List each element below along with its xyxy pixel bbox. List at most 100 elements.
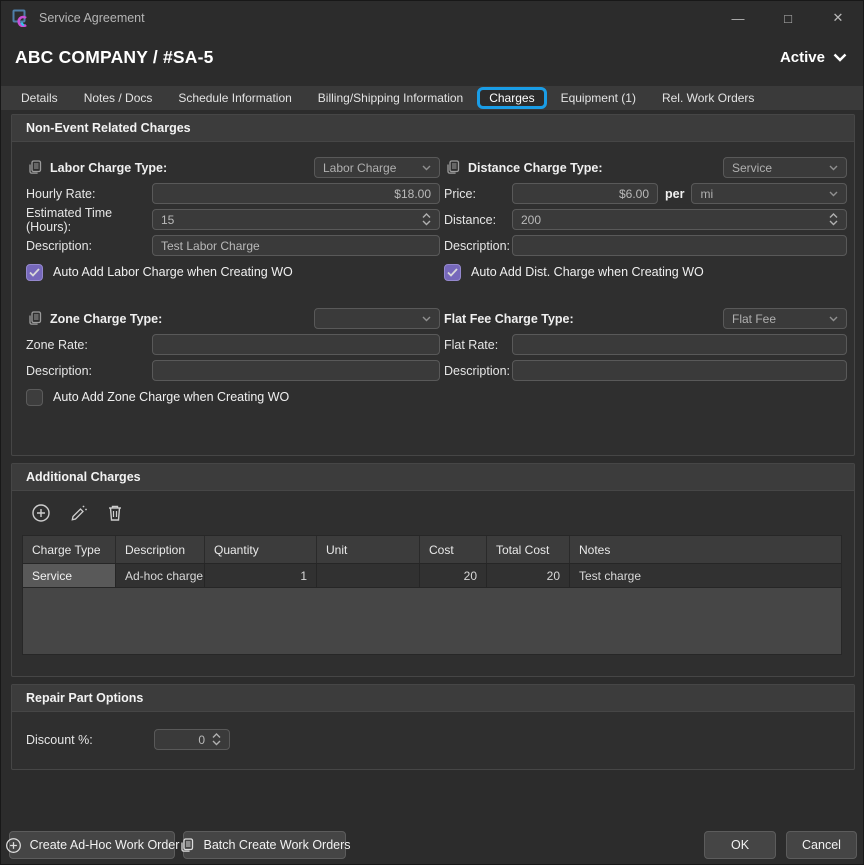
- section-title: Repair Part Options: [12, 685, 854, 712]
- hourly-rate-label: Hourly Rate:: [26, 187, 152, 201]
- chevron-down-icon: [833, 53, 847, 62]
- cell-unit[interactable]: [317, 564, 420, 587]
- maximize-button[interactable]: □: [763, 1, 813, 35]
- minimize-button[interactable]: —: [713, 1, 763, 35]
- distance-description-label: Description:: [444, 239, 512, 253]
- document-stack-icon: [26, 310, 43, 327]
- additional-charges-table: Charge Type Description Quantity Unit Co…: [22, 535, 842, 655]
- tab-rel-work-orders[interactable]: Rel. Work Orders: [649, 87, 767, 109]
- labor-description-label: Description:: [26, 239, 152, 253]
- column-header-description[interactable]: Description: [116, 536, 205, 563]
- zone-rate-label: Zone Rate:: [26, 338, 152, 352]
- cell-quantity[interactable]: 1: [205, 564, 317, 587]
- auto-add-labor-label: Auto Add Labor Charge when Creating WO: [53, 265, 293, 279]
- spinner-icon[interactable]: [829, 213, 838, 226]
- document-stack-icon: [178, 837, 195, 854]
- flat-fee-description-label: Description:: [444, 364, 512, 378]
- batch-create-work-orders-button[interactable]: Batch Create Work Orders: [183, 831, 346, 859]
- zone-rate-input[interactable]: [152, 334, 440, 355]
- auto-add-labor-checkbox[interactable]: [26, 264, 43, 281]
- app-icon: [12, 9, 30, 27]
- section-title: Additional Charges: [12, 464, 854, 491]
- auto-add-zone-label: Auto Add Zone Charge when Creating WO: [53, 390, 289, 404]
- tab-billing-shipping-information[interactable]: Billing/Shipping Information: [305, 87, 476, 109]
- chevron-down-icon: [829, 191, 838, 197]
- cancel-button[interactable]: Cancel: [786, 831, 857, 859]
- zone-description-input[interactable]: [152, 360, 440, 381]
- edit-charge-button[interactable]: [67, 502, 89, 524]
- zone-description-label: Description:: [26, 364, 152, 378]
- column-header-charge-type[interactable]: Charge Type: [23, 536, 116, 563]
- discount-input[interactable]: 0: [154, 729, 230, 750]
- delete-charge-button[interactable]: [104, 502, 126, 524]
- column-header-notes[interactable]: Notes: [570, 536, 841, 563]
- status-dropdown[interactable]: Active: [780, 49, 847, 66]
- distance-flatfee-column: Distance Charge Type: Service Price: $6.…: [444, 157, 847, 413]
- auto-add-distance-label: Auto Add Dist. Charge when Creating WO: [471, 265, 704, 279]
- charges-toolbar: [12, 491, 854, 535]
- section-title: Non-Event Related Charges: [12, 115, 854, 142]
- column-header-cost[interactable]: Cost: [420, 536, 487, 563]
- tab-schedule-information[interactable]: Schedule Information: [165, 87, 304, 109]
- distance-input[interactable]: 200: [512, 209, 847, 230]
- cell-description[interactable]: Ad-hoc charge: [116, 564, 205, 587]
- labor-charge-type-select[interactable]: Labor Charge: [314, 157, 440, 178]
- flat-fee-charge-type-label: Flat Fee Charge Type:: [444, 312, 574, 326]
- page-title: ABC COMPANY / #SA-5: [15, 47, 780, 68]
- chevron-down-icon: [422, 316, 431, 322]
- ok-button[interactable]: OK: [704, 831, 776, 859]
- flat-fee-charge-type-select[interactable]: Flat Fee: [723, 308, 847, 329]
- distance-charge-type-select[interactable]: Service: [723, 157, 847, 178]
- column-header-quantity[interactable]: Quantity: [205, 536, 317, 563]
- non-event-related-charges-section: Non-Event Related Charges Labor Charge T…: [11, 114, 855, 456]
- tab-charges[interactable]: Charges: [477, 87, 546, 109]
- title-bar: Service Agreement — □ ✕: [1, 1, 863, 35]
- tab-notes-docs[interactable]: Notes / Docs: [71, 87, 166, 109]
- price-label: Price:: [444, 187, 512, 201]
- status-value: Active: [780, 49, 825, 66]
- distance-unit-select[interactable]: mi: [691, 183, 847, 204]
- tab-details[interactable]: Details: [8, 87, 71, 109]
- estimated-time-label: Estimated Time (Hours):: [26, 206, 152, 234]
- create-adhoc-work-order-button[interactable]: Create Ad-Hoc Work Order: [9, 831, 175, 859]
- price-input[interactable]: $6.00: [512, 183, 658, 204]
- table-row[interactable]: Service Ad-hoc charge 1 20 20 Test charg…: [23, 563, 841, 587]
- zone-charge-type-label: Zone Charge Type:: [50, 312, 162, 326]
- chevron-down-icon: [422, 165, 431, 171]
- chevron-down-icon: [829, 165, 838, 171]
- cell-notes[interactable]: Test charge: [570, 564, 841, 587]
- tab-bar: Details Notes / Docs Schedule Informatio…: [1, 86, 863, 110]
- additional-charges-section: Additional Charges: [11, 463, 855, 677]
- cell-total-cost[interactable]: 20: [487, 564, 570, 587]
- spinner-icon[interactable]: [212, 733, 221, 746]
- column-header-unit[interactable]: Unit: [317, 536, 420, 563]
- document-stack-icon: [26, 159, 43, 176]
- auto-add-distance-checkbox[interactable]: [444, 264, 461, 281]
- discount-label: Discount %:: [26, 733, 154, 747]
- tab-equipment[interactable]: Equipment (1): [548, 87, 649, 109]
- auto-add-zone-checkbox[interactable]: [26, 389, 43, 406]
- flat-fee-description-input[interactable]: [512, 360, 847, 381]
- zone-charge-type-select[interactable]: [314, 308, 440, 329]
- hourly-rate-input[interactable]: $18.00: [152, 183, 440, 204]
- document-header: ABC COMPANY / #SA-5 Active: [1, 35, 863, 79]
- distance-charge-type-label: Distance Charge Type:: [468, 161, 603, 175]
- cell-cost[interactable]: 20: [420, 564, 487, 587]
- plus-circle-icon: [5, 837, 22, 854]
- window-title: Service Agreement: [39, 11, 713, 25]
- flat-rate-input[interactable]: [512, 334, 847, 355]
- spinner-icon[interactable]: [422, 213, 431, 226]
- service-agreement-window: Service Agreement — □ ✕ ABC COMPANY / #S…: [0, 0, 864, 865]
- table-empty-area: [23, 587, 841, 654]
- close-button[interactable]: ✕: [813, 1, 863, 35]
- cell-charge-type[interactable]: Service: [23, 564, 116, 587]
- repair-part-options-section: Repair Part Options Discount %: 0: [11, 684, 855, 770]
- column-header-total-cost[interactable]: Total Cost: [487, 536, 570, 563]
- distance-description-input[interactable]: [512, 235, 847, 256]
- flat-rate-label: Flat Rate:: [444, 338, 512, 352]
- labor-description-input[interactable]: Test Labor Charge: [152, 235, 440, 256]
- estimated-time-input[interactable]: 15: [152, 209, 440, 230]
- chevron-down-icon: [829, 316, 838, 322]
- document-stack-icon: [444, 159, 461, 176]
- add-charge-button[interactable]: [30, 502, 52, 524]
